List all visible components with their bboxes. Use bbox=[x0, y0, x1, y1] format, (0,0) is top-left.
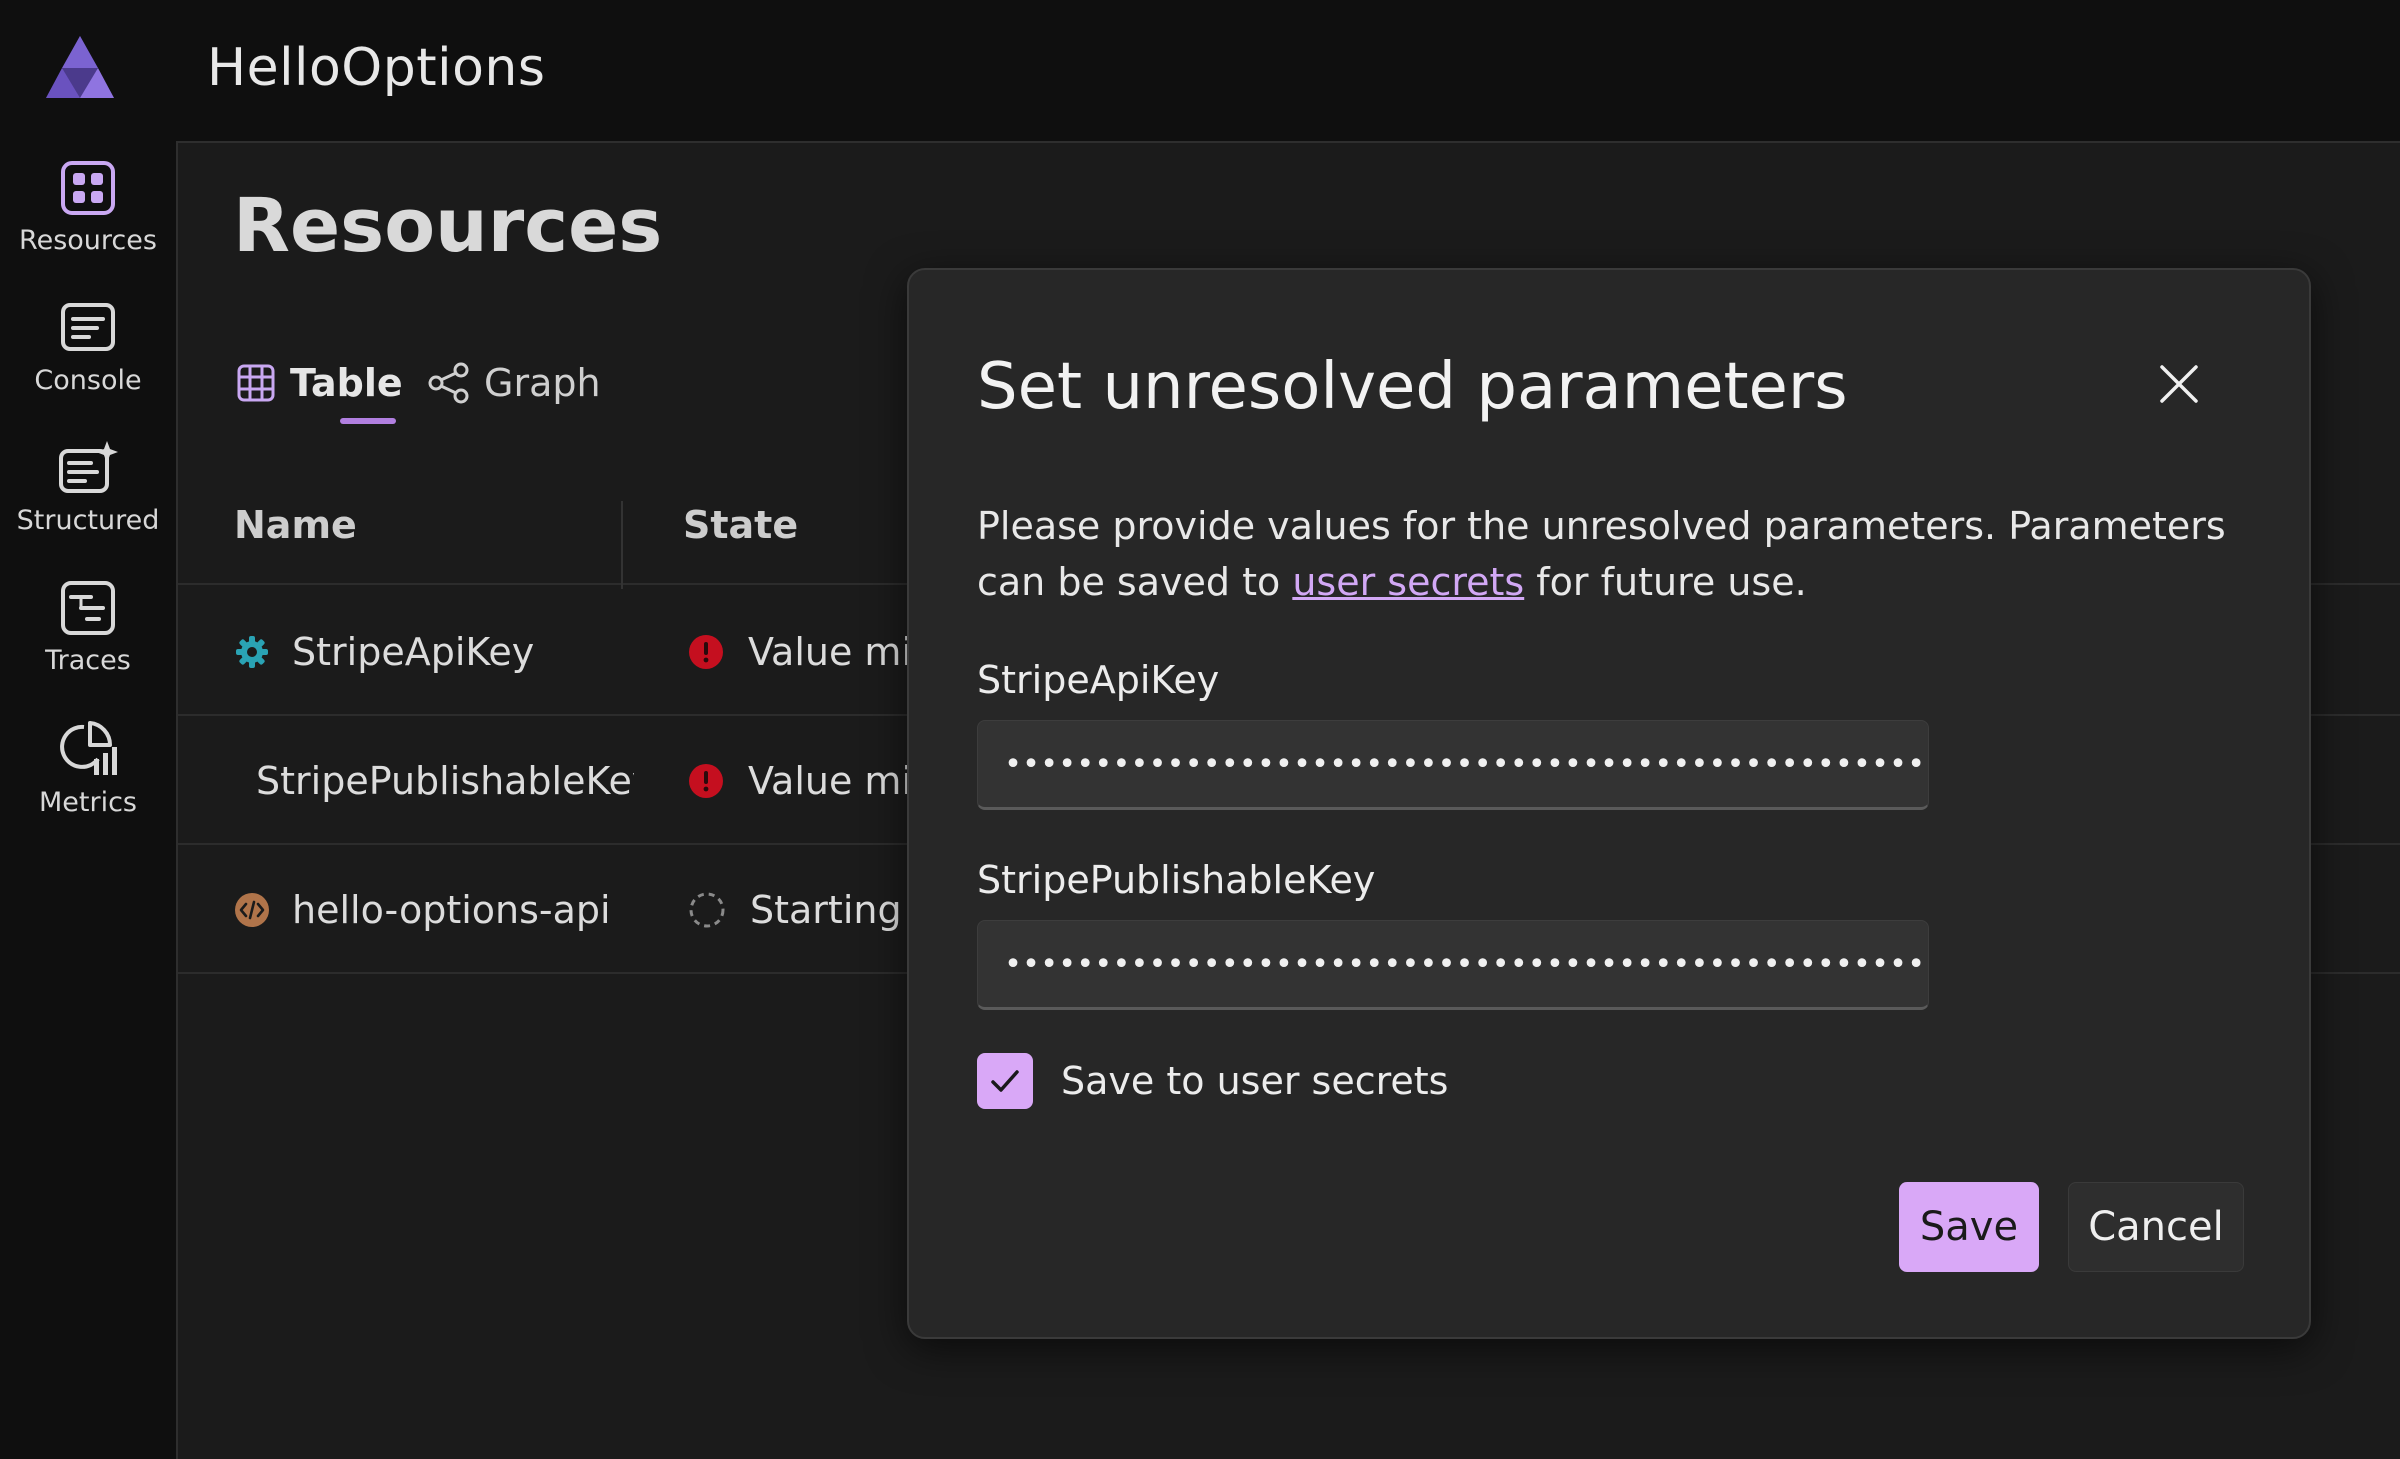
graph-icon bbox=[428, 362, 469, 404]
nav-label: Traces bbox=[45, 645, 131, 676]
description-text: for future use. bbox=[1524, 560, 1807, 604]
save-button[interactable]: Save bbox=[1899, 1182, 2039, 1272]
side-navigation: Resources Console Structured Traces Metr… bbox=[0, 141, 176, 1459]
resource-state: Value mis bbox=[748, 629, 932, 674]
tab-label: Graph bbox=[484, 361, 601, 405]
error-icon bbox=[689, 763, 723, 798]
resource-name: StripeApiKey bbox=[292, 629, 535, 674]
top-bar: HelloOptions bbox=[0, 0, 2400, 141]
state-cell: Starting bbox=[688, 845, 902, 974]
dialog-title: Set unresolved parameters bbox=[977, 350, 1848, 424]
field-label-stripe-publishable-key: StripePublishableKey bbox=[977, 858, 1376, 902]
user-secrets-link[interactable]: user secrets bbox=[1292, 560, 1524, 604]
resource-name: hello-options-api bbox=[292, 887, 611, 932]
nav-label: Console bbox=[34, 365, 142, 396]
name-cell: StripeApiKey bbox=[234, 587, 634, 716]
column-header-state[interactable]: State bbox=[683, 503, 798, 547]
console-icon bbox=[61, 303, 115, 351]
nav-item-console[interactable]: Console bbox=[0, 299, 176, 429]
column-divider[interactable] bbox=[621, 501, 623, 589]
active-tab-indicator bbox=[340, 418, 396, 424]
close-button[interactable] bbox=[2149, 354, 2209, 414]
set-parameters-dialog: Set unresolved parameters Please provide… bbox=[907, 268, 2311, 1339]
tab-label: Table bbox=[290, 361, 403, 405]
app-title[interactable]: HelloOptions bbox=[207, 38, 545, 98]
name-cell: StripePublishableKey bbox=[234, 716, 634, 845]
metrics-icon bbox=[60, 721, 117, 775]
checkmark-icon bbox=[991, 1070, 1019, 1092]
nav-item-structured[interactable]: Structured bbox=[0, 439, 176, 569]
cancel-button[interactable]: Cancel bbox=[2068, 1182, 2244, 1272]
column-header-name[interactable]: Name bbox=[234, 503, 357, 547]
close-icon bbox=[2160, 365, 2198, 403]
nav-label: Resources bbox=[19, 225, 157, 256]
state-cell: Value mis bbox=[688, 716, 932, 845]
resource-state: Value mis bbox=[748, 758, 932, 803]
error-icon bbox=[689, 634, 723, 669]
traces-icon bbox=[61, 581, 115, 635]
checkbox-label: Save to user secrets bbox=[1061, 1059, 1449, 1103]
tab-graph[interactable]: Graph bbox=[428, 348, 601, 418]
nav-label: Metrics bbox=[38, 787, 137, 818]
stripe-publishable-key-input[interactable]: ••••••••••••••••••••••••••••••••••••••••… bbox=[977, 920, 1929, 1010]
resource-name: StripePublishableKey bbox=[256, 758, 634, 803]
stripe-api-key-input[interactable]: ••••••••••••••••••••••••••••••••••••••••… bbox=[977, 720, 1929, 810]
name-cell: hello-options-api bbox=[234, 845, 634, 974]
state-cell: Value mis bbox=[688, 587, 932, 716]
aspire-logo-icon[interactable] bbox=[44, 34, 116, 100]
project-code-icon bbox=[235, 892, 269, 927]
nav-item-traces[interactable]: Traces bbox=[0, 579, 176, 709]
starting-spinner-icon bbox=[689, 892, 725, 927]
parameter-gear-icon bbox=[236, 635, 268, 668]
field-label-stripe-api-key: StripeApiKey bbox=[977, 658, 1220, 702]
save-to-user-secrets-checkbox[interactable]: Save to user secrets bbox=[977, 1052, 1448, 1110]
tab-table[interactable]: Table bbox=[236, 348, 403, 418]
resources-icon bbox=[61, 161, 115, 215]
page-title: Resources bbox=[233, 183, 663, 269]
nav-item-resources[interactable]: Resources bbox=[0, 159, 176, 289]
nav-item-metrics[interactable]: Metrics bbox=[0, 719, 176, 849]
checkbox-checked[interactable] bbox=[977, 1053, 1033, 1109]
nav-label: Structured bbox=[16, 505, 160, 536]
dialog-description: Please provide values for the unresolved… bbox=[977, 498, 2267, 610]
resource-state: Starting bbox=[750, 887, 902, 932]
table-icon bbox=[237, 364, 275, 402]
structured-logs-icon bbox=[59, 441, 118, 493]
